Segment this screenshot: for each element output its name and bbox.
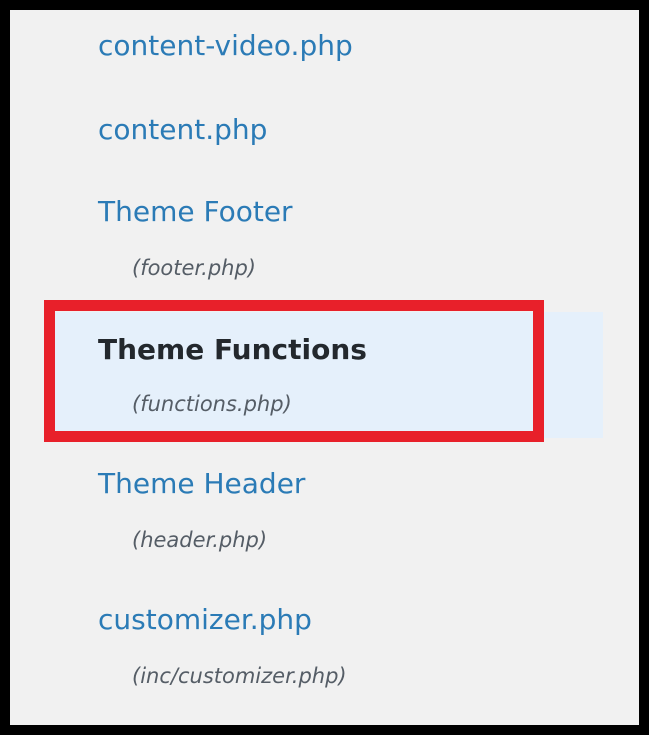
file-name-header: (header.php) <box>132 528 268 552</box>
file-link-theme-footer[interactable]: Theme Footer <box>98 194 293 230</box>
file-link-theme-header[interactable]: Theme Header <box>98 466 305 502</box>
file-name-functions: (functions.php) <box>132 392 292 416</box>
file-name-customizer: (inc/customizer.php) <box>132 664 347 688</box>
theme-files-list: content-video.php content.php Theme Foot… <box>10 10 639 725</box>
file-link-theme-functions[interactable]: Theme Functions <box>98 332 367 368</box>
file-link-content-video[interactable]: content-video.php <box>98 28 353 64</box>
screenshot-frame: content-video.php content.php Theme Foot… <box>0 0 649 735</box>
file-link-content[interactable]: content.php <box>98 112 267 148</box>
file-link-customizer[interactable]: customizer.php <box>98 602 312 638</box>
file-name-footer: (footer.php) <box>132 256 256 280</box>
